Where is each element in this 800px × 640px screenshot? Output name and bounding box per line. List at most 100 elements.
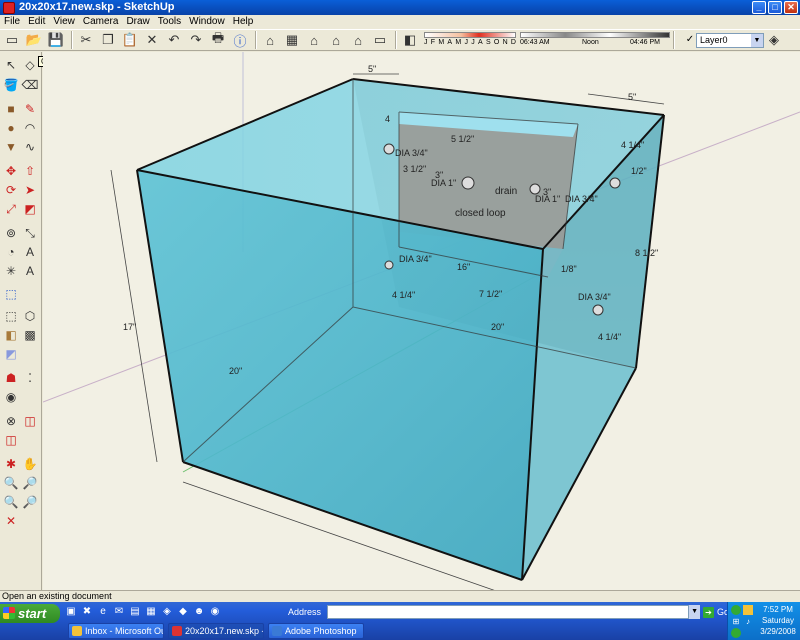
protractor-icon[interactable]: ◔ [2,243,20,261]
task-outlook[interactable]: Inbox - Microsoft Out... [68,623,164,639]
axes-icon[interactable]: ✳ [2,262,20,280]
folder-icon[interactable]: ▤ [128,605,142,619]
network-icon[interactable]: ⊞ [731,617,741,627]
circle-icon[interactable]: ● [2,119,20,137]
clock[interactable]: 7:52 PM Saturday 3/29/2008 [756,604,800,637]
rectangle-icon[interactable]: ■ [2,100,20,118]
move-icon[interactable]: ✥ [2,162,20,180]
walk-icon[interactable]: ☗ [2,369,20,387]
shadow-settings-icon[interactable]: ◧ [400,30,420,50]
xray-icon[interactable]: ⬚ [2,307,20,325]
sketchup-app-icon[interactable] [3,1,15,14]
desktop-icon[interactable]: ▣ [64,605,78,619]
paint-bucket-icon[interactable]: 🪣 [2,76,20,94]
rotate-icon[interactable]: ⟳ [2,181,20,199]
menu-edit[interactable]: Edit [24,15,49,29]
menu-file[interactable]: File [0,15,24,29]
orbit-icon[interactable]: ⊗ [2,412,20,430]
pan-icon[interactable]: ✋ [21,455,39,473]
menu-draw[interactable]: Draw [122,15,153,29]
ie-icon[interactable]: e [96,605,110,619]
calculator-icon[interactable]: ▦ [144,605,158,619]
zoom-extents-alt-icon[interactable]: ✕ [2,512,20,530]
open-folder-icon[interactable]: 📂 [24,30,44,50]
outlook-icon[interactable]: ✉ [112,605,126,619]
polygon-icon[interactable]: ▼ [2,138,20,156]
close-button[interactable]: ✕ [784,1,798,14]
textured-icon[interactable]: ▩ [21,326,39,344]
section-plane-icon[interactable]: ⬚ [2,285,20,303]
tape-measure-icon[interactable]: ⊚ [2,224,20,242]
3d-text-icon[interactable]: A [21,262,39,280]
new-document-icon[interactable]: ▭ [2,30,22,50]
cut-icon[interactable]: ✂ [76,30,96,50]
start-button[interactable]: start [0,604,60,623]
print-icon[interactable]: 🖶 [208,30,228,50]
wireframe-icon[interactable]: ⬡ [21,307,39,325]
chevron-down-icon[interactable]: ▼ [751,33,763,47]
maximize-button[interactable]: □ [768,1,782,14]
firefox-icon[interactable]: ◉ [208,605,222,619]
zoom-window-icon[interactable]: 🔎 [21,474,39,492]
iso-view-icon[interactable]: ⌂ [260,30,280,50]
dimension-icon[interactable]: ⤡ [21,224,39,242]
model-info-icon[interactable]: ⓘ [230,30,250,50]
zoom-extents-icon[interactable]: 🔎 [21,493,39,511]
month-slider[interactable]: J F M A M J J A S O N D [424,31,516,49]
save-icon[interactable]: 💾 [46,30,66,50]
freehand-icon[interactable]: ∿ [21,138,39,156]
app-icon[interactable]: ◈ [160,605,174,619]
look-around-icon[interactable]: ◉ [2,388,20,406]
previous-view-icon[interactable]: ◫ [21,412,39,430]
paste-icon[interactable]: 📋 [120,30,140,50]
layer-dropdown[interactable]: Layer0 ▼ [696,32,764,48]
eraser-icon[interactable]: ⌫ [21,76,39,94]
menu-window[interactable]: Window [185,15,229,29]
menu-help[interactable]: Help [229,15,258,29]
next-view-icon[interactable]: ◫ [2,431,20,449]
volume-icon[interactable]: ♪ [743,617,753,627]
go-button[interactable]: ➔ Go [703,606,729,618]
task-sketchup[interactable]: 20x20x17.new.skp - ... [168,623,264,639]
offset-icon[interactable]: ◩ [21,200,39,218]
messenger-icon[interactable] [731,605,741,615]
excel-icon[interactable]: ✖ [80,605,94,619]
app-icon[interactable]: ☻ [192,605,206,619]
left-view-icon[interactable]: ▭ [370,30,390,50]
security-icon[interactable] [731,628,741,638]
task-photoshop[interactable]: Adobe Photoshop [268,623,364,639]
right-view-icon[interactable]: ⌂ [326,30,346,50]
current-layer-check-icon[interactable]: ✓ [684,34,696,46]
minimize-button[interactable]: _ [752,1,766,14]
text-icon[interactable]: A [21,243,39,261]
monochrome-icon[interactable]: ◩ [2,345,20,363]
model-viewport[interactable]: 5" 5" 17" 20" 5 1/2" 4 4 1/4" 1/2" 8 1/2… [43,52,800,590]
layer-manager-icon[interactable]: ◈ [764,30,784,50]
app-icon[interactable]: ◆ [176,605,190,619]
orbit-tool-icon[interactable]: ✱ [2,455,20,473]
follow-me-icon[interactable]: ➤ [21,181,39,199]
chevron-down-icon[interactable]: ▼ [689,605,701,619]
arc-icon[interactable]: ◠ [21,119,39,137]
front-view-icon[interactable]: ⌂ [304,30,324,50]
menu-camera[interactable]: Camera [79,15,123,29]
zoom-previous-icon[interactable]: 🔍 [2,493,20,511]
shaded-icon[interactable]: ◧ [2,326,20,344]
footprints-icon[interactable]: ⁚ [21,369,39,387]
undo-icon[interactable]: ↶ [164,30,184,50]
address-input[interactable] [327,605,690,619]
copy-icon[interactable]: ❐ [98,30,118,50]
scale-icon[interactable]: ⤢ [2,200,20,218]
erase-icon[interactable]: ✕ [142,30,162,50]
menu-view[interactable]: View [49,15,79,29]
redo-icon[interactable]: ↷ [186,30,206,50]
zoom-icon[interactable]: 🔍 [2,474,20,492]
back-view-icon[interactable]: ⌂ [348,30,368,50]
top-view-icon[interactable]: ▦ [282,30,302,50]
push-pull-icon[interactable]: ⇧ [21,162,39,180]
menu-tools[interactable]: Tools [154,15,185,29]
time-slider[interactable]: 06:43 AM Noon 04:46 PM [520,31,670,49]
make-component-icon[interactable]: ◇ [21,56,39,74]
select-icon[interactable]: ↖ [2,56,20,74]
pencil-icon[interactable]: ✎ [21,100,39,118]
